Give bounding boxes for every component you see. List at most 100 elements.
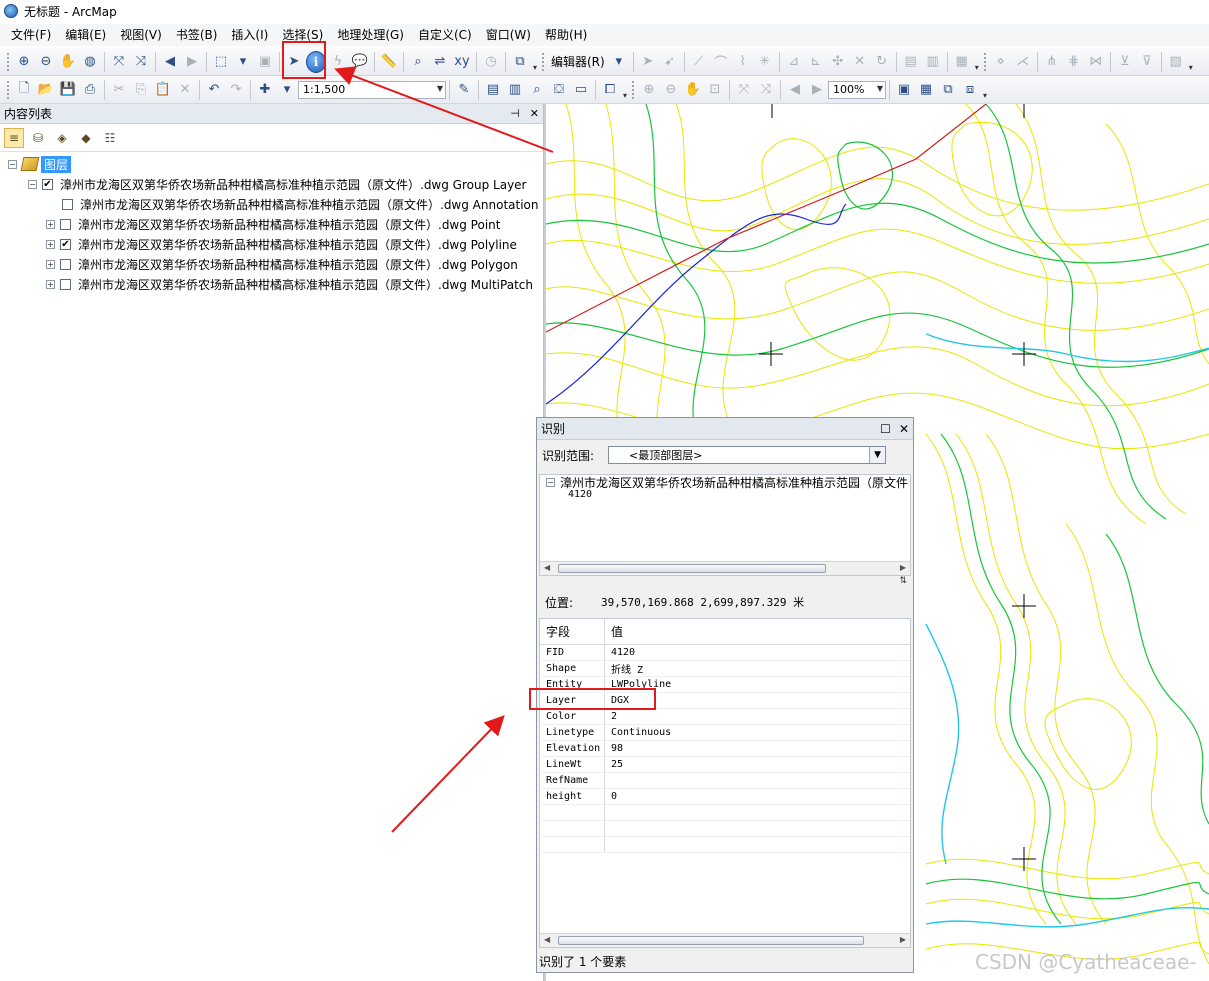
collapse-icon[interactable]: − [546, 477, 555, 487]
menu-customize[interactable]: 自定义(C) [411, 24, 479, 46]
editor-menu-button[interactable]: 编辑器(R) [551, 53, 605, 70]
rotate-icon[interactable]: ↻ [872, 52, 892, 72]
attribute-row-linetype[interactable]: Linetype Continuous [540, 725, 910, 741]
save-disk-icon[interactable]: 💾 [58, 80, 78, 100]
reshape-icon[interactable]: ⊾ [806, 52, 826, 72]
tree-row-point[interactable]: + 漳州市龙海区双第华侨农场新品种柑橘高标准种植示范园（原文件）.dwg Poi… [0, 214, 543, 234]
table-of-contents-icon[interactable]: ▤ [483, 80, 503, 100]
horizontal-scrollbar[interactable]: ◀ ▶ [540, 933, 910, 947]
redo-icon[interactable]: ↷ [226, 80, 246, 100]
tree-row-layers-root[interactable]: − 图层 [0, 154, 543, 174]
expand-icon[interactable]: + [46, 279, 55, 289]
toolbar-grip[interactable] [632, 80, 635, 99]
data-driven-pages-icon[interactable]: ⧈ [960, 80, 980, 100]
straight-segment-icon[interactable]: ⟋ [689, 52, 709, 72]
scroll-left-icon[interactable]: ◀ [544, 935, 550, 944]
zoom-in-icon[interactable]: ⊕ [14, 52, 34, 72]
split-icon[interactable]: ✕ [850, 52, 870, 72]
attribute-row-refname[interactable]: RefName [540, 773, 910, 789]
list-by-selection-icon[interactable]: ◆ [76, 128, 96, 148]
select-features-icon[interactable]: ⬚ [211, 52, 231, 72]
fixed-zoom-in-icon[interactable]: ⤧ [109, 52, 129, 72]
new-document-icon[interactable]: 🗋 [14, 80, 34, 100]
print-icon[interactable]: ⎙ [80, 80, 100, 100]
layout-pan-icon[interactable]: ✋ [683, 80, 703, 100]
find-binoculars-icon[interactable]: ⌕ [408, 52, 428, 72]
expand-icon[interactable]: + [46, 259, 55, 269]
python-window-icon[interactable]: ▭ [571, 80, 591, 100]
menu-edit[interactable]: 编辑(E) [58, 24, 113, 46]
catalog-icon[interactable]: ▥ [505, 80, 525, 100]
topology-icon-6[interactable]: ⊻ [1115, 52, 1135, 72]
identify-range-select[interactable]: <最顶部图层> ▼ [608, 446, 887, 464]
toc-options-icon[interactable]: ☷ [100, 128, 120, 148]
attribute-row-elevation[interactable]: Elevation 98 [540, 741, 910, 757]
tree-row-annotation[interactable]: 漳州市龙海区双第华侨农场新品种柑橘高标准种植示范园（原文件）.dwg Annot… [0, 194, 543, 214]
editor-toolbar-pencil-icon[interactable]: ✎ [454, 80, 474, 100]
find-route-icon[interactable]: ⇌ [430, 52, 450, 72]
annotation-layer-checkbox[interactable] [62, 198, 73, 210]
polyline-layer-checkbox[interactable]: ✔ [60, 238, 71, 250]
menu-view[interactable]: 视图(V) [113, 24, 169, 46]
open-folder-icon[interactable]: 📂 [36, 80, 56, 100]
close-icon[interactable]: ✕ [899, 422, 909, 436]
copy-icon[interactable]: ⎘ [131, 80, 151, 100]
change-layout-icon[interactable]: ⧉ [938, 80, 958, 100]
multipatch-layer-label[interactable]: 漳州市龙海区双第华侨农场新品种柑橘高标准种植示范园（原文件）.dwg Multi… [78, 276, 533, 293]
error-inspector-icon[interactable]: ▧ [1166, 52, 1186, 72]
topology-icon-3[interactable]: ⋔ [1042, 52, 1062, 72]
list-by-visibility-icon[interactable]: ◈ [52, 128, 72, 148]
editor-dropdown-icon[interactable]: ▾ [609, 52, 629, 72]
create-viewer-window-icon[interactable]: ⧉ [510, 52, 530, 72]
html-popup-icon[interactable]: 💬 [350, 52, 370, 72]
topology-icon-5[interactable]: ⋈ [1086, 52, 1106, 72]
toolbar-overflow-icon[interactable]: ▾ [621, 80, 629, 100]
layout-forward-icon[interactable]: ▶ [807, 80, 827, 100]
polyline-layer-label[interactable]: 漳州市龙海区双第华侨农场新品种柑橘高标准种植示范园（原文件）.dwg Polyl… [78, 236, 517, 253]
scroll-right-icon[interactable]: ▶ [900, 935, 906, 944]
list-by-drawing-order-icon[interactable]: ≡ [4, 127, 24, 148]
layout-zoom-select[interactable]: 100% ▼ [828, 80, 886, 99]
menu-insert[interactable]: 插入(I) [224, 24, 275, 46]
add-data-icon[interactable]: ✚ [255, 80, 275, 100]
menu-bookmarks[interactable]: 书签(B) [169, 24, 225, 46]
toolbar-grip[interactable] [983, 52, 987, 71]
point-layer-label[interactable]: 漳州市龙海区双第华侨农场新品种柑橘高标准种植示范园（原文件）.dwg Point [78, 216, 500, 233]
identify-tree-feature-label[interactable]: 4120 [568, 489, 592, 500]
toolbar-grip[interactable] [7, 80, 10, 99]
search-window-icon[interactable]: ⌕ [527, 80, 547, 100]
paste-icon[interactable]: 📋 [153, 80, 173, 100]
polygon-layer-checkbox[interactable] [60, 258, 71, 270]
point-layer-checkbox[interactable] [60, 218, 71, 230]
tree-row-polyline[interactable]: + ✔ 漳州市龙海区双第华侨农场新品种柑橘高标准种植示范园（原文件）.dwg P… [0, 234, 543, 254]
menu-file[interactable]: 文件(F) [4, 24, 58, 46]
map-scale-select[interactable]: 1:1,500 ▼ [298, 80, 446, 99]
identify-tree-layer-row[interactable]: − 漳州市龙海区双第华侨农场新品种柑橘高标准种植示范园（原文件 [540, 475, 910, 490]
edit-annotation-icon[interactable]: ➹ [660, 52, 680, 72]
toolbar-overflow-icon[interactable]: ▾ [531, 52, 539, 72]
layout-zoom-out-icon[interactable]: ⊖ [661, 80, 681, 100]
expand-icon[interactable]: + [46, 219, 55, 229]
select-dropdown-icon[interactable]: ▾ [233, 52, 253, 72]
maximize-icon[interactable]: ☐ [880, 422, 891, 436]
menu-geoprocessing[interactable]: 地理处理(G) [330, 24, 411, 46]
go-to-xy-icon[interactable]: xy [452, 52, 472, 72]
data-frame-label[interactable]: 图层 [41, 155, 72, 173]
attribute-row-fid[interactable]: FID 4120 [540, 645, 910, 661]
hyperlink-lightning-icon[interactable]: ϟ [328, 52, 348, 72]
cut-scissors-icon[interactable]: ✂ [109, 80, 129, 100]
zoom-out-icon[interactable]: ⊖ [36, 52, 56, 72]
trace-icon[interactable]: ⌇ [733, 52, 753, 72]
model-builder-icon[interactable]: ⧠ [600, 80, 620, 100]
layout-back-icon[interactable]: ◀ [785, 80, 805, 100]
time-slider-icon[interactable]: ◷ [481, 52, 501, 72]
sketch-properties-icon[interactable]: ▥ [923, 52, 943, 72]
clear-selection-icon[interactable]: ▣ [255, 52, 275, 72]
topology-edit-icon[interactable]: ⋄ [991, 52, 1011, 72]
add-data-dropdown-icon[interactable]: ▾ [277, 80, 297, 100]
toolbar-grip[interactable] [542, 52, 545, 71]
arc-segment-icon[interactable]: ⌒ [711, 52, 731, 72]
identify-tree-feature-row[interactable]: 4120 [540, 489, 910, 503]
tree-row-polygon[interactable]: + 漳州市龙海区双第华侨农场新品种柑橘高标准种植示范园（原文件）.dwg Pol… [0, 254, 543, 274]
layout-zoom-in-icon[interactable]: ⊕ [639, 80, 659, 100]
